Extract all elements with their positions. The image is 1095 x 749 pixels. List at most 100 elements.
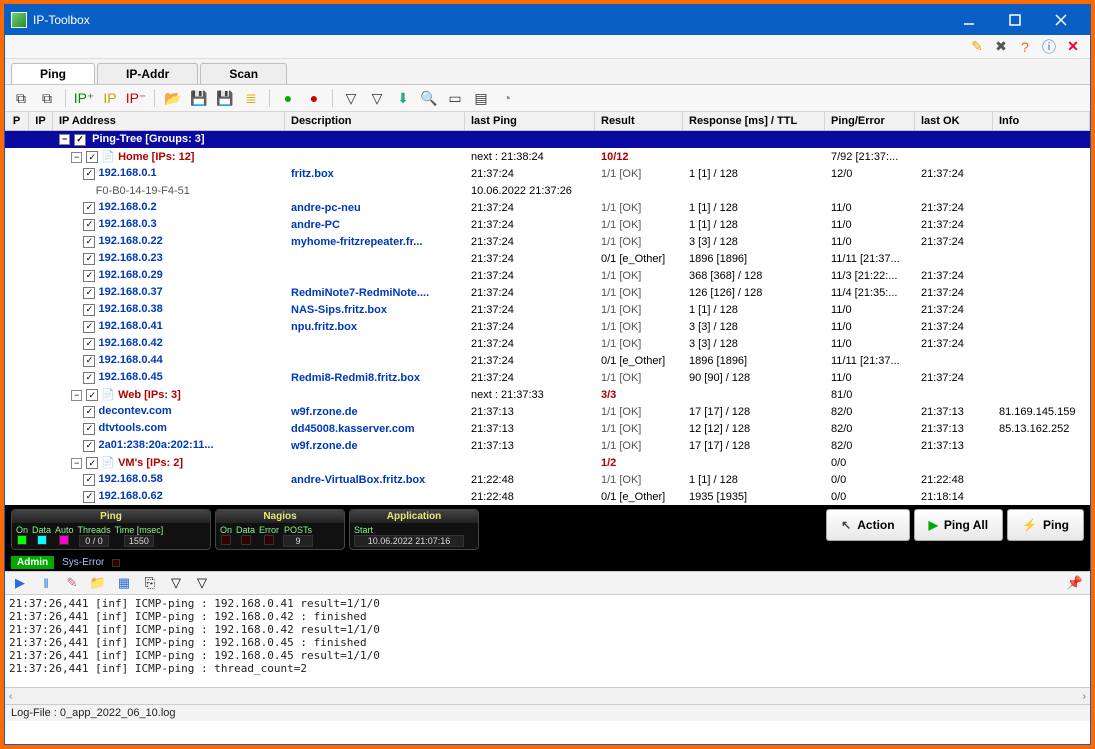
tab-strip: Ping IP-Addr Scan [5,59,1090,85]
table-row[interactable]: ✓ 192.168.0.2921:37:241/1 [OK]368 [368] … [5,267,1090,284]
app-icon [11,12,27,28]
ip-add-icon[interactable]: IP⁺ [74,88,94,108]
folder-icon[interactable]: 📁 [89,574,107,592]
pause-icon[interactable]: ‖ [37,574,55,592]
table-row[interactable]: ✓ 192.168.0.2321:37:240/1 [e_Other]1896 … [5,250,1090,267]
table-row[interactable]: ✓ 192.168.0.4221:37:241/1 [OK]3 [3] / 12… [5,335,1090,352]
play-icon[interactable]: ▶ [11,574,29,592]
tab-ipaddr[interactable]: IP-Addr [97,63,198,84]
col-info[interactable]: Info [993,112,1090,130]
table-row[interactable]: ✓ 192.168.0.2andre-pc-neu21:37:241/1 [OK… [5,199,1090,216]
edit-icon[interactable]: ✎ [968,38,986,56]
table-row[interactable]: ✓ 192.168.0.37RedmiNote7-RedmiNote....21… [5,284,1090,301]
action-button[interactable]: ↖Action [826,509,909,541]
search-icon[interactable]: 🔍 [419,88,439,108]
list-icon[interactable]: ≣ [241,88,261,108]
copy-icon[interactable]: ⎘ [141,574,159,592]
syserror-led [112,559,120,567]
panel-ping-title: Ping [12,510,210,523]
exit-icon[interactable]: ✕ [1064,38,1082,56]
admin-badge: Admin [11,556,54,569]
pin-icon[interactable]: 📌 [1066,574,1084,592]
grid-icon[interactable]: ▦ [115,574,133,592]
filter-clear-icon[interactable]: ▽ [367,88,387,108]
table-row[interactable]: −✓ 📄 Web [IPs: 3]next : 21:37:333/381/0 [5,386,1090,403]
export-icon[interactable]: 💾 [215,88,235,108]
ping-button[interactable]: ⚡Ping [1007,509,1084,541]
brush-icon[interactable]: ✎ [63,574,81,592]
syserror-label: Sys-Error [62,557,104,568]
table-row[interactable]: ✓ 192.168.0.1fritz.box21:37:241/1 [OK]1 … [5,165,1090,182]
filter2-icon[interactable]: ▽ [167,574,185,592]
main-toolbar: ⧉ ⧉ IP⁺ IP IP⁻ 📂 💾 💾 ≣ ● ● ▽ ▽ ⬇ 🔍 ▭ ▤ ◔ [5,85,1090,112]
admin-bar: Admin Sys-Error [5,554,1090,571]
table-row[interactable]: ✓ 192.168.0.4421:37:240/1 [e_Other]1896 … [5,352,1090,369]
window-title: IP-Toolbox [33,13,946,27]
stop-icon[interactable]: ● [304,88,324,108]
table-row[interactable]: ✓ 192.168.0.41npu.fritz.box21:37:241/1 [… [5,318,1090,335]
close-button[interactable] [1038,5,1084,35]
table-row[interactable]: ✓ 2a01:238:20a:202:11...w9f.rzone.de21:3… [5,437,1090,454]
ping-tree[interactable]: −✓ Ping-Tree [Groups: 3] −✓ 📄 Home [IPs:… [5,131,1090,505]
help-icon[interactable]: ? [1016,38,1034,56]
col-desc[interactable]: Description [285,112,465,130]
folder-open-icon[interactable]: 📂 [163,88,183,108]
panel-nagios-title: Nagios [216,510,344,523]
settings-icon[interactable]: ✖ [992,38,1010,56]
led-data [37,535,47,545]
table-row[interactable]: ✓ 192.168.0.58andre-VirtualBox.fritz.box… [5,471,1090,488]
col-addr[interactable]: IP Address [53,112,285,130]
table-row[interactable]: ✓ 192.168.0.22myhome-fritzrepeater.fr...… [5,233,1090,250]
sheet-icon[interactable]: ▤ [471,88,491,108]
table-row[interactable]: ✓ 192.168.0.38NAS-Sips.fritz.box21:37:24… [5,301,1090,318]
table-row[interactable]: −✓ 📄 Home [IPs: 12]next : 21:38:2410/127… [5,148,1090,165]
down-icon[interactable]: ⬇ [393,88,413,108]
table-row[interactable]: ✓ 192.168.0.3andre-PC21:37:241/1 [OK]1 [… [5,216,1090,233]
mini-toolbar: ✎ ✖ ? ⓘ ✕ [5,35,1090,59]
col-res[interactable]: Result [595,112,683,130]
col-pe[interactable]: Ping/Error [825,112,915,130]
sep [269,89,270,107]
table-row[interactable]: −✓ 📄 VM's [IPs: 2]1/20/0 [5,454,1090,471]
minimize-button[interactable] [946,5,992,35]
tree-collapse-icon[interactable]: ⧉ [11,88,31,108]
panel-ping: Ping On Data Auto Threads0 / 0 Time [mse… [11,509,211,550]
col-ip[interactable]: IP [29,112,53,130]
col-rms[interactable]: Response [ms] / TTL [683,112,825,130]
sep [65,89,66,107]
col-lok[interactable]: last OK [915,112,993,130]
status-area: Ping On Data Auto Threads0 / 0 Time [mse… [5,505,1090,554]
col-p[interactable]: P [5,112,29,130]
maximize-button[interactable] [992,5,1038,35]
clock-icon[interactable]: ◔ [497,88,517,108]
log-output[interactable]: 21:37:26,441 [inf] ICMP-ping : 192.168.0… [5,595,1090,687]
ping-all-button[interactable]: ▶Ping All [914,509,1003,541]
sep [332,89,333,107]
table-row[interactable]: ✓ decontev.comw9f.rzone.de21:37:131/1 [O… [5,403,1090,420]
col-last[interactable]: last Ping [465,112,595,130]
filter-icon[interactable]: ▽ [341,88,361,108]
save-icon[interactable]: 💾 [189,88,209,108]
ip-edit-icon[interactable]: IP [100,88,120,108]
info-icon[interactable]: ⓘ [1040,38,1058,56]
start-icon[interactable]: ● [278,88,298,108]
tab-scan[interactable]: Scan [200,63,287,84]
table-row[interactable]: F0-B0-14-19-F4-5110.06.2022 21:37:26 [5,182,1090,199]
app-window: IP-Toolbox ✎ ✖ ? ⓘ ✕ Ping IP-Addr Scan ⧉… [4,4,1091,745]
table-row[interactable]: −✓ Ping-Tree [Groups: 3] [5,131,1090,148]
hscrollbar[interactable]: ‹› [5,687,1090,704]
table-row[interactable]: ✓ 192.168.0.6221:22:480/1 [e_Other]1935 … [5,488,1090,505]
tab-ping[interactable]: Ping [11,63,95,84]
action-buttons: ↖Action ▶Ping All ⚡Ping [826,509,1084,541]
filter2x-icon[interactable]: ▽ [193,574,211,592]
tree-expand-icon[interactable]: ⧉ [37,88,57,108]
table-row[interactable]: ✓ dtvtools.comdd45008.kasserver.com21:37… [5,420,1090,437]
panel-app: Application Start10.06.2022 21:07:16 [349,509,479,550]
led-on [17,535,27,545]
ip-del-icon[interactable]: IP⁻ [126,88,146,108]
panel-app-title: Application [350,510,478,523]
statusbar: Log-File : 0_app_2022_06_10.log [5,704,1090,721]
doc-icon[interactable]: ▭ [445,88,465,108]
panel-nagios: Nagios On Data Error POSTs9 [215,509,345,550]
table-row[interactable]: ✓ 192.168.0.45Redmi8-Redmi8.fritz.box21:… [5,369,1090,386]
